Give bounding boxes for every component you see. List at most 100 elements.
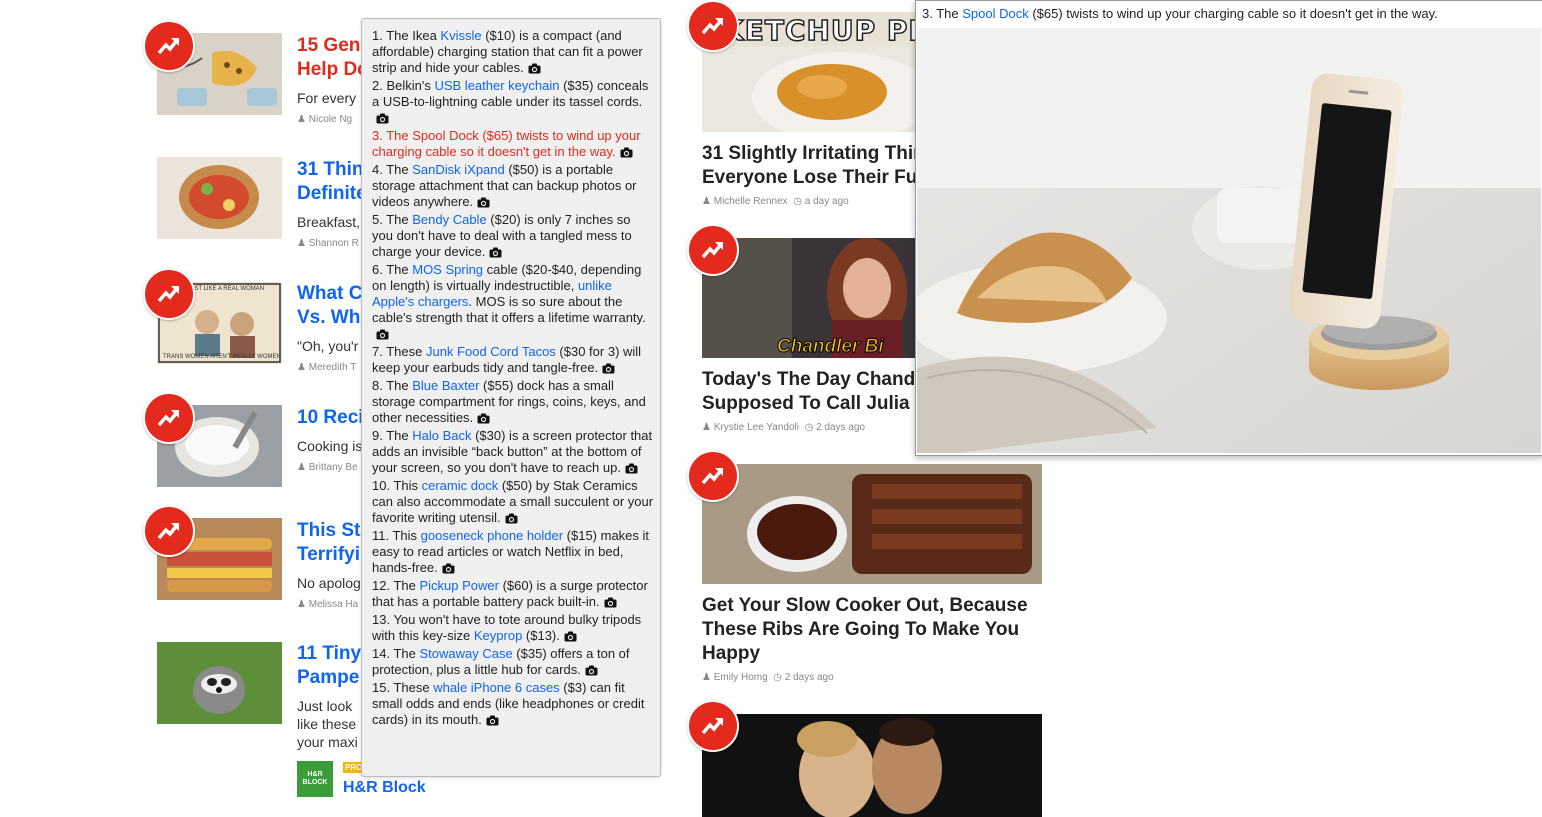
article-title-line2[interactable]: Terrifyi: [297, 543, 360, 567]
item-text: 12. The: [372, 578, 420, 593]
article-title-line2[interactable]: Vs. Wha: [297, 306, 371, 330]
author-name[interactable]: Shannon R: [309, 238, 359, 249]
camera-icon[interactable]: [564, 630, 577, 646]
product-link[interactable]: whale iPhone 6 cases: [433, 680, 559, 695]
camera-icon[interactable]: [442, 562, 455, 578]
timestamp: a day ago: [804, 196, 849, 207]
product-link[interactable]: Halo Back: [412, 428, 471, 443]
article-description: "Oh, you'r: [297, 338, 359, 354]
product-link[interactable]: Kvissle: [440, 28, 481, 43]
article-title[interactable]: Get Your Slow Cooker Out, Because These …: [702, 594, 1042, 666]
article-thumbnail[interactable]: [157, 642, 282, 724]
product-link[interactable]: Stowaway Case: [419, 646, 512, 661]
thumbnail-overlay-text: KETCHUP PR: [721, 13, 931, 48]
clock-icon: ◷: [793, 196, 802, 207]
camera-icon[interactable]: [620, 146, 633, 162]
product-list-item: 14. The Stowaway Case ($35) offers a ton…: [372, 646, 654, 680]
person-icon: ♟: [702, 422, 711, 433]
product-link[interactable]: SanDisk iXpand: [412, 162, 505, 177]
product-list-item: 6. The MOS Spring cable ($20-$40, depend…: [372, 262, 654, 344]
article-thumbnail[interactable]: [702, 464, 1042, 584]
sponsor-name[interactable]: H&R Block: [343, 779, 426, 797]
camera-icon[interactable]: [486, 714, 499, 730]
author-name[interactable]: Meredith T: [309, 362, 357, 373]
item-text: 14. The: [372, 646, 420, 661]
item-text: 5. The: [372, 212, 413, 227]
item-text: 9. The: [372, 428, 413, 443]
camera-icon[interactable]: [477, 412, 490, 428]
article-author[interactable]: ♟ Melissa Ha: [297, 599, 358, 610]
product-link[interactable]: Junk Food Cord Tacos: [426, 344, 556, 359]
article-title[interactable]: 15 Geni: [297, 34, 366, 58]
item-text: 2. Belkin's: [372, 78, 435, 93]
item-text: 3. The: [372, 128, 413, 143]
product-link[interactable]: Spool Dock: [412, 128, 478, 143]
camera-icon[interactable]: [376, 328, 389, 344]
clock-icon: ◷: [773, 672, 782, 683]
item-text: ($13).: [522, 628, 560, 643]
product-link[interactable]: gooseneck phone holder: [421, 528, 563, 543]
item-text: 6. The: [372, 262, 413, 277]
person-icon: ♟: [702, 196, 711, 207]
camera-icon[interactable]: [376, 112, 389, 128]
article-description-line2: like these: [297, 716, 357, 732]
article-author[interactable]: ♟ Brittany Be: [297, 462, 358, 473]
article-title[interactable]: What C: [297, 282, 362, 306]
product-link[interactable]: Keyprop: [474, 628, 522, 643]
article-author[interactable]: ♟ Shannon R: [297, 238, 359, 249]
camera-icon[interactable]: [604, 596, 617, 612]
author-name[interactable]: Michelle Rennex: [714, 196, 788, 207]
product-list-item: 2. Belkin's USB leather keychain ($35) c…: [372, 78, 654, 128]
author-name[interactable]: Emily Homg: [714, 672, 768, 683]
person-icon: ♟: [702, 672, 711, 683]
article-description: Breakfast,: [297, 214, 361, 230]
person-icon: ♟: [297, 114, 306, 125]
camera-icon[interactable]: [602, 362, 615, 378]
article-author[interactable]: ♟ Nicole Ng: [297, 114, 352, 125]
article-title[interactable]: 10 Reci: [297, 406, 364, 430]
article-title-line2[interactable]: Definite: [297, 182, 367, 206]
product-link[interactable]: Spool Dock: [962, 6, 1028, 21]
product-link[interactable]: ceramic dock: [422, 478, 499, 493]
person-icon: ♟: [297, 462, 306, 473]
camera-icon[interactable]: [505, 512, 518, 528]
person-icon: ♟: [297, 599, 306, 610]
product-link[interactable]: Pickup Power: [419, 578, 498, 593]
article-meta: ♟ Emily Homg ◷ 2 days ago: [702, 672, 834, 683]
article-title[interactable]: 31 Thin: [297, 158, 364, 182]
author-name[interactable]: Brittany Be: [309, 462, 358, 473]
trending-badge-icon: [687, 0, 739, 52]
product-list-item: 10. This ceramic dock ($50) by Stak Cera…: [372, 478, 654, 528]
article-author[interactable]: ♟ Meredith T: [297, 362, 356, 373]
article-description: Cooking is: [297, 438, 363, 454]
article-title-line2[interactable]: Pampe: [297, 666, 359, 690]
product-list-item: 13. You won't have to tote around bulky …: [372, 612, 654, 646]
article-title[interactable]: 11 Tiny: [297, 642, 361, 666]
caption-text: ($65) twists to wind up your charging ca…: [1028, 6, 1438, 21]
camera-icon[interactable]: [585, 664, 598, 680]
product-list-item: 9. The Halo Back ($30) is a screen prote…: [372, 428, 654, 478]
article-title-line2[interactable]: Help Do: [297, 58, 369, 82]
trending-badge-icon: [143, 268, 195, 320]
camera-icon[interactable]: [528, 62, 541, 78]
item-text: 1. The Ikea: [372, 28, 441, 43]
article-thumbnail[interactable]: [702, 714, 1042, 817]
author-name[interactable]: Melissa Ha: [309, 599, 358, 610]
camera-icon[interactable]: [477, 196, 490, 212]
product-list-item: 8. The Blue Baxter ($55) dock has a smal…: [372, 378, 654, 428]
product-link[interactable]: Blue Baxter: [412, 378, 479, 393]
article-thumbnail[interactable]: [157, 157, 282, 239]
camera-icon[interactable]: [625, 462, 638, 478]
caption-text: 3. The: [922, 6, 963, 21]
author-name[interactable]: Krystie Lee Yandoli: [714, 422, 799, 433]
product-link[interactable]: MOS Spring: [412, 262, 483, 277]
product-list-item: 12. The Pickup Power ($60) is a surge pr…: [372, 578, 654, 612]
hr-block-logo[interactable]: H&R BLOCK: [297, 761, 333, 797]
camera-icon[interactable]: [489, 246, 502, 262]
item-text: 15. These: [372, 680, 434, 695]
author-name[interactable]: Nicole Ng: [309, 114, 352, 125]
product-link[interactable]: USB leather keychain: [434, 78, 559, 93]
product-link[interactable]: Bendy Cable: [412, 212, 486, 227]
article-meta: ♟ Krystie Lee Yandoli ◷ 2 days ago: [702, 422, 865, 433]
trending-badge-icon: [143, 505, 195, 557]
